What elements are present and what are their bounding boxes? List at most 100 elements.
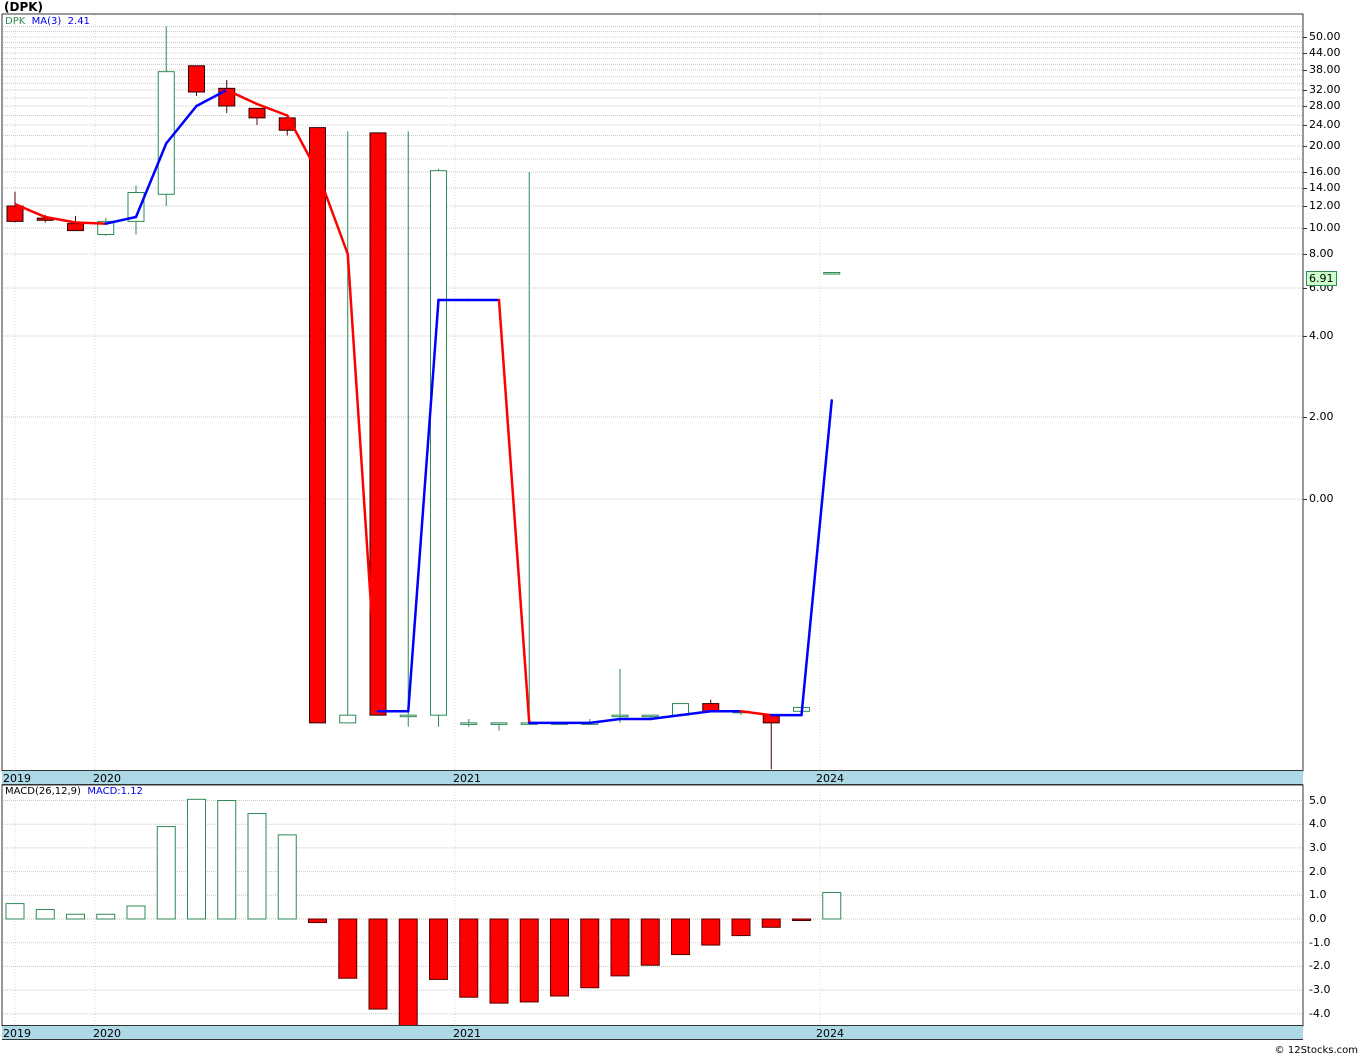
x-label-2024: 2024 (816, 772, 844, 785)
candle-up (490, 722, 508, 725)
x-label-2020: 2020 (93, 772, 121, 785)
last-price-tag: 6.91 (1306, 271, 1337, 286)
ma-series (14, 88, 833, 725)
macd-bar-positive (247, 813, 267, 920)
candle-down (6, 205, 24, 222)
ma-segment (588, 717, 622, 725)
price-y-tick (1303, 90, 1307, 91)
candle-up (157, 71, 175, 195)
macd-bar-negative (519, 918, 539, 1003)
ma-segment (497, 298, 531, 725)
price-y-tick-label: 50.00 (1309, 30, 1341, 43)
candle-up (460, 722, 478, 725)
price-y-tick (1303, 172, 1307, 173)
price-y-tick-label: 10.00 (1309, 221, 1341, 234)
price-y-tick (1303, 188, 1307, 189)
macd-bar-negative (429, 918, 448, 980)
price-y-tick (1303, 146, 1307, 147)
macd-bar-positive (35, 909, 55, 920)
macd-bar-negative (368, 918, 388, 1010)
macd-x-label-2020: 2020 (93, 1027, 121, 1040)
legend-ma-value: 2.41 (67, 16, 90, 27)
macd-y-tick-label: -2.0 (1309, 959, 1331, 973)
macd-bars (5, 798, 842, 1027)
candle-down (309, 127, 326, 724)
price-panel-frame (1, 13, 1304, 772)
candle-up (430, 170, 447, 716)
price-y-tick-label: 38.00 (1309, 63, 1341, 76)
macd-bar-positive (5, 903, 25, 920)
macd-bar-negative (701, 918, 721, 946)
legend-symbol: DPK (5, 16, 26, 27)
price-y-tick-label: 12.00 (1309, 199, 1341, 212)
macd-legend: MACD(26,12,9) MACD:1.12 (5, 786, 143, 797)
candlestick-series (6, 26, 841, 770)
price-y-tick (1303, 70, 1307, 71)
macd-bar-positive (187, 798, 206, 920)
macd-bar-positive (277, 834, 297, 920)
price-legend: DPK MA(3) 2.41 (5, 16, 90, 27)
macd-y-tick-label: 0.0 (1309, 912, 1327, 925)
site-credit: © 12Stocks.com (1274, 1045, 1358, 1056)
macd-bar-positive (96, 913, 116, 920)
macd-y-tick-label: 3.0 (1309, 840, 1327, 854)
chart-canvas (1, 13, 1304, 1027)
candle-up (399, 714, 417, 718)
macd-bar-negative (671, 918, 690, 956)
macd-bar-negative (731, 918, 751, 937)
candle-down (188, 65, 205, 93)
macd-y-tick-label: 2.0 (1309, 864, 1327, 878)
macd-bar-negative (792, 918, 811, 921)
price-y-tick (1303, 206, 1307, 207)
candle-down (248, 107, 266, 119)
price-y-tick (1303, 288, 1307, 289)
price-y-tick (1303, 336, 1307, 337)
macd-bar-negative (761, 918, 781, 928)
macd-y-tick-label: 5.0 (1309, 793, 1327, 807)
candle-up (611, 714, 629, 718)
price-y-tick (1303, 499, 1307, 500)
price-y-tick (1303, 417, 1307, 418)
price-y-tick-label: 24.00 (1309, 118, 1341, 131)
macd-y-tick-label: -3.0 (1309, 983, 1331, 997)
price-y-tick-label: 0.00 (1309, 492, 1334, 505)
macd-bar-negative (550, 918, 569, 997)
macd-x-label-2019: 2019 (3, 1027, 31, 1040)
candle-up (339, 714, 357, 724)
price-y-tick-label: 2.00 (1309, 410, 1334, 423)
price-y-tick-label: 32.00 (1309, 83, 1341, 96)
price-gridlines (3, 15, 1302, 770)
macd-bar-positive (217, 800, 237, 920)
macd-bar-negative (338, 918, 358, 979)
price-y-tick (1303, 125, 1307, 126)
macd-bar-positive (156, 826, 176, 920)
price-y-tick-label: 4.00 (1309, 329, 1334, 342)
price-y-tick (1303, 228, 1307, 229)
macd-bar-negative (459, 918, 479, 998)
price-y-tick (1303, 254, 1307, 255)
macd-y-tick-label: 1.0 (1309, 888, 1327, 902)
price-y-tick-label: 16.00 (1309, 165, 1341, 178)
macd-y-tick-label: -4.0 (1309, 1006, 1331, 1020)
macd-bar-positive (126, 905, 146, 920)
price-y-tick (1303, 37, 1307, 38)
price-y-tick-label: 14.00 (1309, 181, 1341, 194)
macd-y-tick-label: 4.0 (1309, 817, 1327, 831)
x-label-2019: 2019 (3, 772, 31, 785)
price-y-tick-label: 8.00 (1309, 247, 1334, 260)
macd-bar-negative (489, 918, 509, 1004)
macd-bar-positive (66, 913, 85, 920)
macd-x-axis: 2019 2020 2021 2024 (2, 1025, 1303, 1040)
x-label-2021: 2021 (453, 772, 481, 785)
macd-bar-negative (580, 918, 600, 989)
macd-legend-value: MACD:1.12 (87, 786, 143, 797)
macd-y-tick-label: -1.0 (1309, 935, 1331, 949)
macd-bar-negative (398, 918, 418, 1027)
macd-bar-negative (640, 918, 660, 966)
macd-bar-negative (308, 918, 327, 924)
price-y-tick-label: 28.00 (1309, 99, 1341, 112)
macd-legend-label: MACD(26,12,9) (5, 786, 81, 797)
ma-segment (800, 399, 833, 717)
macd-bar-negative (610, 918, 630, 977)
candle-down (67, 223, 84, 232)
